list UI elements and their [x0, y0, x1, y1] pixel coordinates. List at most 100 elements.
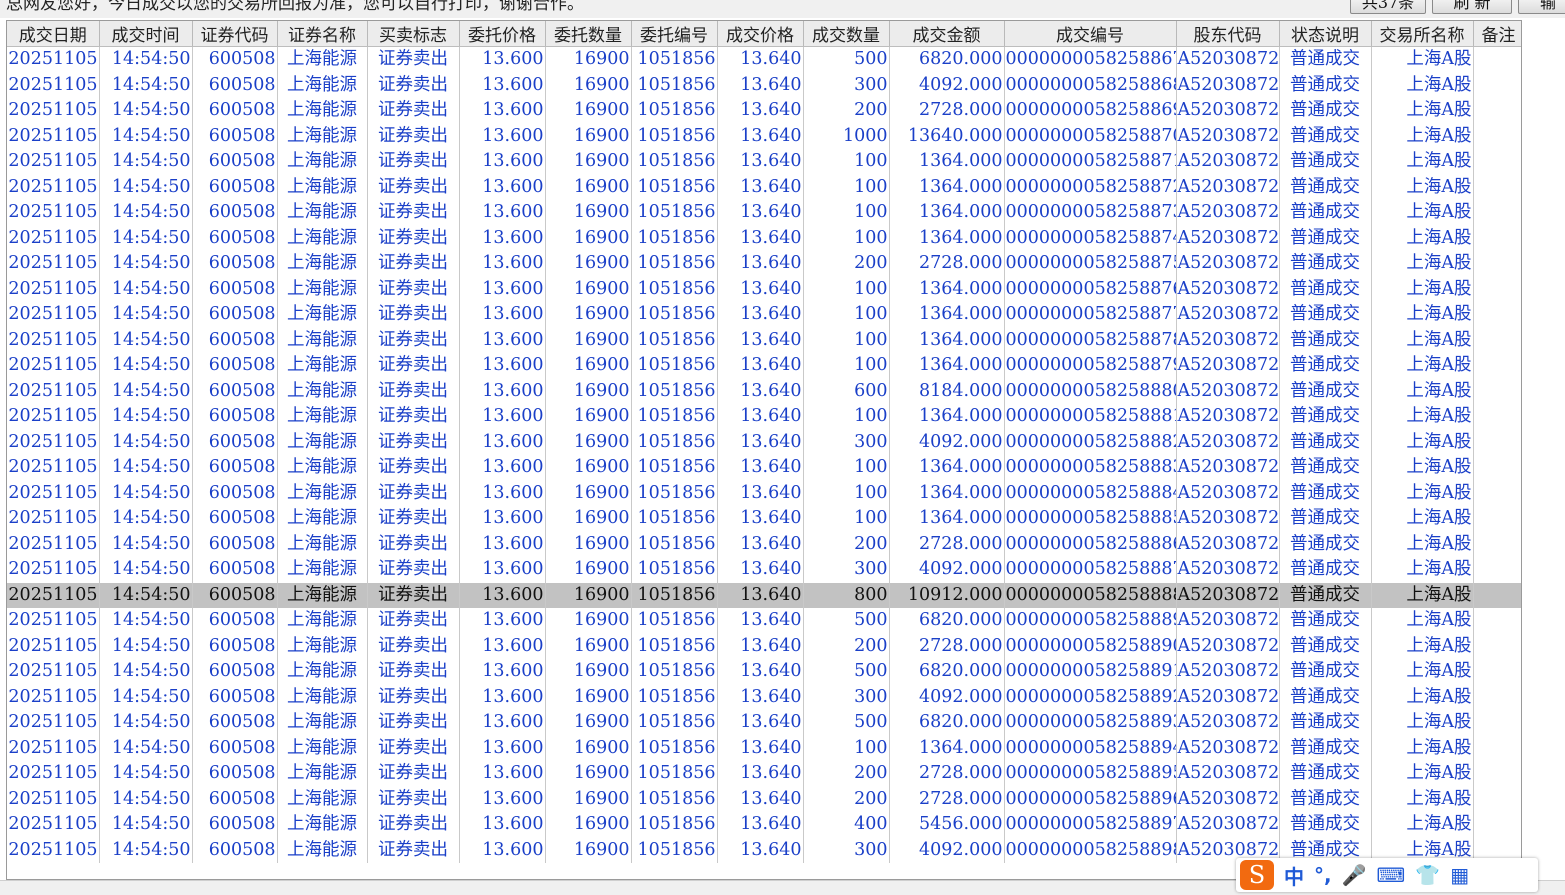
table-row[interactable]: 20251105 14:54:50 600508 上海能源 证券卖出 13.600 1690… [7, 251, 1521, 277]
col-holder-code-header[interactable]: 股东代码 [1176, 21, 1280, 47]
refresh-button[interactable]: 刷 新 [1432, 0, 1512, 14]
fill-amount-cell: 1364.000 [889, 225, 1005, 251]
order-qty-cell: 16900 [545, 149, 632, 175]
shirt-icon[interactable]: 👕 [1415, 863, 1440, 887]
side-cell: 证券卖出 [367, 200, 460, 226]
table-row[interactable]: 20251105 14:54:50 600508 上海能源 证券卖出 13.600 1690… [7, 684, 1521, 710]
table-row[interactable]: 20251105 14:54:50 600508 上海能源 证券卖出 13.600 1690… [7, 276, 1521, 302]
order-price-cell: 13.600 [459, 506, 546, 532]
security-code-cell: 600508 [192, 684, 278, 710]
security-name-cell: 上海能源 [277, 429, 368, 455]
table-row[interactable]: 20251105 14:54:50 600508 上海能源 证券卖出 13.600 1690… [7, 46, 1521, 73]
remark-cell [1473, 225, 1521, 251]
trade-date-cell: 20251105 [7, 582, 100, 608]
col-security-name-header[interactable]: 证券名称 [277, 21, 368, 47]
order-price-cell: 13.600 [459, 480, 546, 506]
table-row[interactable]: 20251105 14:54:50 600508 上海能源 证券卖出 13.600 1690… [7, 327, 1521, 353]
table-row[interactable]: 20251105 14:54:50 600508 上海能源 证券卖出 13.600 1690… [7, 735, 1521, 761]
col-fill-price-header[interactable]: 成交价格 [717, 21, 804, 47]
col-trade-date-header[interactable]: 成交日期 [7, 21, 100, 47]
table-row[interactable]: 20251105 14:54:50 600508 上海能源 证券卖出 13.600 1690… [7, 123, 1521, 149]
table-row[interactable]: 20251105 14:54:50 600508 上海能源 证券卖出 13.600 1690… [7, 149, 1521, 175]
col-order-price-header[interactable]: 委托价格 [459, 21, 546, 47]
security-name-cell: 上海能源 [277, 837, 368, 863]
fill-amount-cell: 2728.000 [889, 786, 1005, 812]
security-code-cell: 600508 [192, 557, 278, 583]
table-row[interactable]: 20251105 14:54:50 600508 上海能源 证券卖出 13.600 1690… [7, 200, 1521, 226]
col-exchange-header[interactable]: 交易所名称 [1371, 21, 1474, 47]
table-row[interactable]: 20251105 14:54:50 600508 上海能源 证券卖出 13.600 1690… [7, 302, 1521, 328]
ime-mode-toggle[interactable]: 中 [1284, 861, 1304, 890]
table-row[interactable]: 20251105 14:54:50 600508 上海能源 证券卖出 13.600 1690… [7, 710, 1521, 736]
col-fill-id-header[interactable]: 成交编号 [1004, 21, 1177, 47]
order-id-cell: 1051856 [631, 659, 718, 685]
fill-id-cell: 0000000058258887 [1004, 557, 1177, 583]
security-name-cell: 上海能源 [277, 72, 368, 98]
status-cell: 普通成交 [1279, 812, 1372, 838]
ime-toolbar[interactable]: S 中 °, 🎤 ⌨ 👕 ▦ [1236, 858, 1538, 892]
col-remark-header[interactable]: 备注 [1473, 21, 1521, 47]
security-code-cell: 600508 [192, 455, 278, 481]
remark-cell [1473, 710, 1521, 736]
side-cell: 证券卖出 [367, 378, 460, 404]
table-row[interactable]: 20251105 14:54:50 600508 上海能源 证券卖出 13.600 1690… [7, 378, 1521, 404]
order-qty-cell: 16900 [545, 302, 632, 328]
table-row[interactable]: 20251105 14:54:50 600508 上海能源 证券卖出 13.600 1690… [7, 812, 1521, 838]
remark-cell [1473, 480, 1521, 506]
table-row[interactable]: 20251105 14:54:50 600508 上海能源 证券卖出 13.600 1690… [7, 761, 1521, 787]
col-fill-qty-header[interactable]: 成交数量 [803, 21, 890, 47]
table-row[interactable]: 20251105 14:54:50 600508 上海能源 证券卖出 13.600 1690… [7, 225, 1521, 251]
table-row[interactable]: 20251105 14:54:50 600508 上海能源 证券卖出 13.600 1690… [7, 786, 1521, 812]
table-row[interactable]: 20251105 14:54:50 600508 上海能源 证券卖出 13.600 1690… [7, 633, 1521, 659]
order-qty-cell: 16900 [545, 735, 632, 761]
ime-punct-toggle[interactable]: °, [1314, 863, 1332, 887]
trade-records-grid[interactable]: 成交日期 成交时间 证券代码 证券名称 买卖标志 委托价格 委托数量 委托编号 成交价格 成交数量… [6, 20, 1522, 880]
order-id-cell: 1051856 [631, 404, 718, 430]
side-cell: 证券卖出 [367, 353, 460, 379]
fill-id-cell: 0000000058258882 [1004, 429, 1177, 455]
fill-price-cell: 13.640 [717, 735, 804, 761]
table-row[interactable]: 20251105 14:54:50 600508 上海能源 证券卖出 13.600 1690… [7, 608, 1521, 634]
trade-date-cell: 20251105 [7, 98, 100, 124]
table-row[interactable]: 20251105 14:54:50 600508 上海能源 证券卖出 13.600 1690… [7, 455, 1521, 481]
table-row[interactable]: 20251105 14:54:50 600508 上海能源 证券卖出 13.600 1690… [7, 404, 1521, 430]
table-row[interactable]: 20251105 14:54:50 600508 上海能源 证券卖出 13.600 1690… [7, 98, 1521, 124]
trade-date-cell: 20251105 [7, 812, 100, 838]
order-qty-cell: 16900 [545, 506, 632, 532]
table-row[interactable]: 20251105 14:54:50 600508 上海能源 证券卖出 13.600 1690… [7, 506, 1521, 532]
apps-icon[interactable]: ▦ [1450, 863, 1469, 887]
keyboard-icon[interactable]: ⌨ [1377, 863, 1406, 887]
table-row[interactable]: 20251105 14:54:50 600508 上海能源 证券卖出 13.600 1690… [7, 557, 1521, 583]
table-row[interactable]: 20251105 14:54:50 600508 上海能源 证券卖出 13.600 1690… [7, 353, 1521, 379]
holder-code-cell: A520308724 [1176, 582, 1280, 608]
fill-price-cell: 13.640 [717, 557, 804, 583]
exchange-cell: 上海A股 [1371, 608, 1474, 634]
col-order-id-header[interactable]: 委托编号 [631, 21, 718, 47]
ime-logo-icon[interactable]: S [1240, 860, 1274, 890]
table-row[interactable]: 20251105 14:54:50 600508 上海能源 证券卖出 13.600 1690… [7, 72, 1521, 98]
order-price-cell: 13.600 [459, 225, 546, 251]
order-id-cell: 1051856 [631, 531, 718, 557]
col-status-header[interactable]: 状态说明 [1279, 21, 1372, 47]
col-order-qty-header[interactable]: 委托数量 [545, 21, 632, 47]
table-row[interactable]: 20251105 14:54:50 600508 上海能源 证券卖出 13.600 1690… [7, 174, 1521, 200]
exchange-cell: 上海A股 [1371, 327, 1474, 353]
table-row[interactable]: 20251105 14:54:50 600508 上海能源 证券卖出 13.600 1690… [7, 659, 1521, 685]
fill-amount-cell: 13640.000 [889, 123, 1005, 149]
table-row[interactable]: 20251105 14:54:50 600508 上海能源 证券卖出 13.600 1690… [7, 531, 1521, 557]
col-security-code-header[interactable]: 证券代码 [192, 21, 278, 47]
exchange-cell: 上海A股 [1371, 633, 1474, 659]
col-trade-time-header[interactable]: 成交时间 [99, 21, 193, 47]
security-name-cell: 上海能源 [277, 46, 368, 73]
holder-code-cell: A520308724 [1176, 684, 1280, 710]
fill-id-cell: 0000000058258880 [1004, 378, 1177, 404]
record-count-button[interactable]: 共37条 [1350, 0, 1426, 14]
table-row[interactable]: 20251105 14:54:50 600508 上海能源 证券卖出 13.600 1690… [7, 582, 1521, 608]
col-fill-amount-header[interactable]: 成交金额 [889, 21, 1005, 47]
output-button[interactable]: 输 [1518, 0, 1565, 14]
mic-icon[interactable]: 🎤 [1342, 863, 1367, 887]
table-row[interactable]: 20251105 14:54:50 600508 上海能源 证券卖出 13.600 1690… [7, 429, 1521, 455]
fill-price-cell: 13.640 [717, 837, 804, 863]
col-side-header[interactable]: 买卖标志 [367, 21, 460, 47]
table-row[interactable]: 20251105 14:54:50 600508 上海能源 证券卖出 13.600 1690… [7, 480, 1521, 506]
